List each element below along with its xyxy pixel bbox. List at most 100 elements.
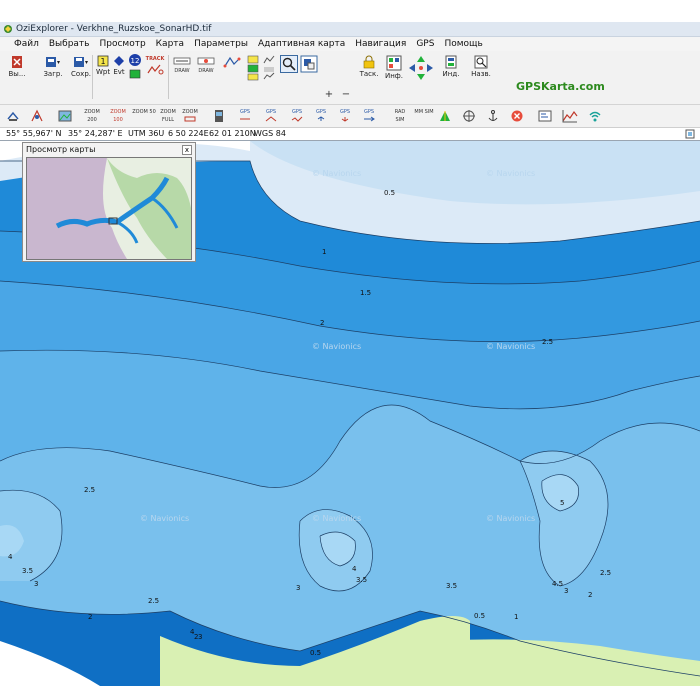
gps-upload-button[interactable]: GPS — [312, 108, 330, 124]
load-map-icon — [46, 57, 60, 67]
rad-sim-button[interactable]: RAD SIM — [390, 108, 410, 124]
load-button[interactable]: Загр. — [40, 55, 66, 78]
zoom-in-button[interactable]: + — [323, 89, 335, 100]
contour-label: 1.5 — [360, 289, 371, 297]
anchor-tool-button[interactable] — [30, 109, 44, 125]
secondary-toolbar: ZOOM 200 ZOOM 100 ZOOM 50 ZOOM FULL ZOOM… — [0, 105, 700, 128]
datum-readout: WGS 84 — [254, 129, 286, 138]
menu-map[interactable]: Карта — [151, 37, 189, 51]
gps-label-1: GPS — [239, 109, 251, 115]
menu-parameters[interactable]: Параметры — [189, 37, 253, 51]
data-window-button[interactable] — [538, 109, 552, 125]
route-icon: 12 — [129, 54, 141, 66]
zoom-area-button[interactable]: ZOOM — [180, 108, 200, 124]
zoom-out-button[interactable]: − — [340, 90, 352, 100]
mm-sim-button[interactable]: MM SIM — [414, 108, 434, 116]
gps-label-4: GPS — [315, 109, 327, 115]
toolbar-separator — [92, 55, 93, 99]
gps-sync-button[interactable]: GPS — [360, 108, 378, 124]
gps-label-2: GPS — [265, 109, 277, 115]
task-button[interactable]: Таск. — [358, 55, 380, 78]
move-map-button[interactable] — [6, 109, 20, 125]
index-icon — [445, 55, 457, 69]
draw-shape-icon — [197, 57, 215, 65]
status-bar-icon[interactable] — [685, 129, 695, 139]
draw-label-2: DRAW — [198, 68, 214, 74]
ind-button[interactable]: Инд. — [440, 55, 462, 78]
preview-close-button[interactable]: x — [182, 145, 192, 155]
gps-device-icon — [215, 110, 223, 122]
move-icon — [7, 111, 19, 121]
layer-button[interactable] — [246, 55, 260, 83]
coordinate-status-bar: 55° 55,967' N 35° 24,287' E UTM 36U 6 50… — [0, 128, 700, 141]
menu-navigation[interactable]: Навигация — [350, 37, 411, 51]
screenshot-button[interactable] — [58, 109, 72, 125]
graph-button[interactable] — [562, 109, 578, 125]
anchor-button[interactable] — [486, 109, 500, 125]
fill-color-button[interactable] — [128, 69, 142, 81]
oziexplorer-window: OziExplorer - Verkhne_Ruzskoe_SonarHD.ti… — [0, 22, 700, 686]
zoom-50-button[interactable]: ZOOM 50 — [132, 108, 156, 116]
lock-icon — [363, 55, 375, 69]
svg-text:1: 1 — [100, 57, 105, 66]
save-button[interactable]: Сохр. — [68, 55, 94, 78]
contour-label: 2 — [88, 613, 92, 621]
graph-icon — [562, 110, 578, 123]
menu-adaptive-map[interactable]: Адаптивная карта — [253, 37, 350, 51]
menu-bar: Файл Выбрать Просмотр Карта Параметры Адаптив… — [0, 37, 700, 51]
contour-label: 3 — [198, 633, 202, 641]
track-icon — [147, 64, 164, 75]
contour-label: 1 — [322, 248, 326, 256]
menu-select[interactable]: Выбрать — [44, 37, 95, 51]
gps-routes-button[interactable]: GPS — [262, 108, 280, 124]
name-search-button[interactable]: Назв. — [468, 55, 494, 78]
track-button[interactable]: TRACK — [144, 55, 166, 77]
gps-upload-icon — [317, 116, 325, 121]
wireless-button[interactable] — [588, 109, 602, 125]
wireless-icon — [589, 111, 601, 122]
moving-map-icon — [440, 111, 450, 121]
event-button[interactable]: Evt — [112, 55, 126, 76]
map-move-button[interactable] — [300, 55, 318, 75]
contour-label: 2.5 — [542, 338, 553, 346]
draw-line-icon — [173, 57, 191, 65]
zoom-200-button[interactable]: ZOOM 200 — [80, 108, 104, 124]
watermark-2: © Navionics — [486, 169, 535, 178]
elevation-button[interactable] — [262, 55, 276, 83]
map-preview-window[interactable]: Просмотр карты x — [22, 142, 196, 262]
zoom-tool-button[interactable] — [280, 55, 298, 75]
moving-map-button[interactable] — [438, 109, 452, 125]
menu-file[interactable]: Файл — [0, 37, 44, 51]
watermark-3: © Navionics — [312, 342, 361, 351]
zoom-area-icon — [184, 116, 196, 122]
waypoint-button[interactable]: 1 Wpt — [96, 55, 110, 76]
center-button[interactable] — [462, 109, 476, 125]
svg-text:12: 12 — [131, 57, 140, 65]
menu-gps[interactable]: GPS — [411, 37, 439, 51]
gps-connect-button[interactable] — [212, 109, 226, 125]
draw-route-button[interactable] — [222, 55, 242, 71]
zoom-200-label: ZOOM 200 — [84, 109, 100, 123]
gps-tracks-button[interactable]: GPS — [288, 108, 306, 124]
event-icon — [114, 56, 124, 66]
utm-zone-readout: UTM 36U — [128, 129, 165, 138]
draw-shape-button[interactable]: DRAW — [196, 57, 216, 75]
draw-line-button[interactable]: DRAW — [172, 57, 192, 75]
plus-icon: + — [324, 89, 334, 100]
contour-label: 3.5 — [22, 567, 33, 575]
zoom-full-button[interactable]: ZOOM FULL — [156, 108, 180, 124]
close-icon: x — [184, 146, 190, 154]
route-button[interactable]: 12 — [128, 53, 142, 69]
menu-view[interactable]: Просмотр — [94, 37, 150, 51]
preview-map[interactable] — [26, 157, 192, 260]
exit-button[interactable]: Вы... — [2, 55, 32, 78]
gps-waypoints-button[interactable]: GPS — [236, 108, 254, 124]
contour-label: 3.5 — [356, 576, 367, 584]
alarm-button[interactable] — [510, 109, 524, 125]
gps-download-button[interactable]: GPS — [336, 108, 354, 124]
navigation-arrows-button[interactable] — [408, 55, 434, 83]
zoom-100-button[interactable]: ZOOM 100 — [106, 108, 130, 124]
layers-icon — [247, 55, 259, 81]
info-button[interactable]: Инф. — [384, 55, 404, 80]
menu-help[interactable]: Помощь — [439, 37, 487, 51]
